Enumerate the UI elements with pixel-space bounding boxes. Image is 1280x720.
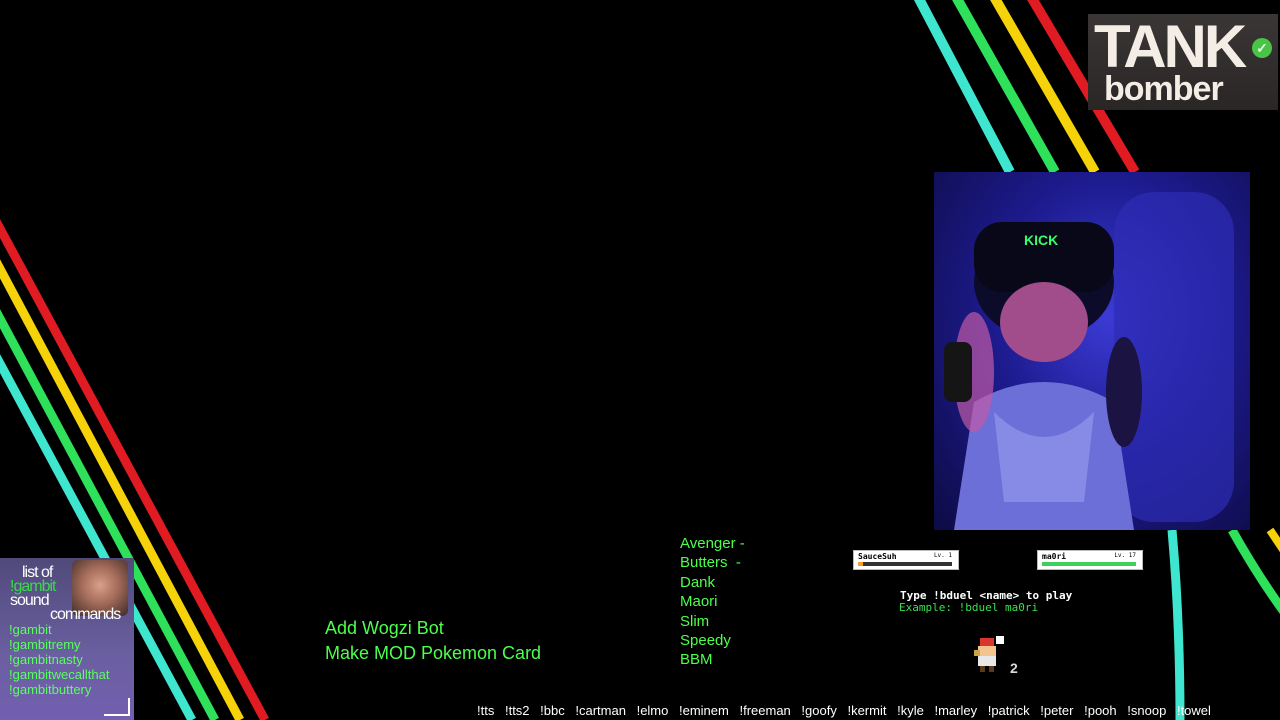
todo-item: Add Wogzi Bot bbox=[325, 618, 444, 638]
sound-command: !snoop bbox=[1127, 703, 1167, 718]
sound-command: !kyle bbox=[897, 703, 924, 718]
webcam-feed: KICK bbox=[934, 172, 1250, 530]
names-item: Avenger - bbox=[680, 535, 745, 552]
gambit-command: !gambit bbox=[9, 622, 52, 637]
sound-command: !marley bbox=[934, 703, 978, 718]
player1-name: SauceSuh bbox=[858, 552, 897, 561]
sound-command: !cartman bbox=[575, 703, 626, 718]
gambit-commands-panel: list of !gambit sound commands !gambit !… bbox=[0, 558, 134, 720]
player2-hp-bar bbox=[1042, 562, 1136, 566]
webcam-figure bbox=[944, 192, 1234, 530]
player2-level: Lv. 17 bbox=[1114, 552, 1136, 559]
channel-logo: TANK bomber ✓ bbox=[1088, 14, 1278, 110]
names-item: Maori bbox=[680, 593, 718, 611]
duel-sprite-icon bbox=[974, 636, 1004, 672]
names-list: Avenger - Butters - Dank Maori Slim Spee… bbox=[680, 534, 745, 670]
sound-command: !eminem bbox=[679, 703, 729, 718]
verified-check-icon: ✓ bbox=[1252, 38, 1272, 58]
names-item: BBM bbox=[680, 651, 713, 669]
logo-text-sub: bomber bbox=[1104, 70, 1224, 108]
todo-item: Make MOD Pokemon Card bbox=[325, 643, 542, 663]
sound-command: !peter bbox=[1040, 703, 1074, 718]
sound-command: !elmo bbox=[636, 703, 669, 718]
player2-hp-fill bbox=[1042, 562, 1136, 566]
names-item: Butters - bbox=[680, 554, 741, 572]
gambit-command-list: !gambit !gambitremy !gambitnasty !gambit… bbox=[9, 622, 109, 697]
player1-hp-bar bbox=[858, 562, 952, 566]
sound-command: !pooh bbox=[1084, 703, 1117, 718]
gambit-command: !gambitremy bbox=[9, 637, 81, 652]
names-item: Slim bbox=[680, 612, 710, 630]
names-item: Dank bbox=[680, 573, 716, 591]
gambit-command: !gambitwecallthat bbox=[9, 667, 110, 682]
sound-command: !towel bbox=[1176, 703, 1211, 718]
todo-list: Add Wogzi Bot Make MOD Pokemon Card bbox=[325, 616, 541, 666]
sound-command: !tts bbox=[477, 703, 495, 718]
sound-command: !bbc bbox=[540, 703, 565, 718]
player1-hp-box: SauceSuh Lv. 1 bbox=[853, 550, 959, 570]
sound-command: !freeman bbox=[739, 703, 791, 718]
sound-command: !patrick bbox=[987, 703, 1030, 718]
player2-name: ma0ri bbox=[1042, 552, 1067, 561]
logo-text-main: TANK bbox=[1094, 13, 1247, 80]
player2-hp-box: ma0ri Lv. 17 bbox=[1037, 550, 1143, 570]
duel-example: Example: !bduel ma0ri bbox=[899, 601, 1039, 614]
player1-level: Lv. 1 bbox=[933, 552, 952, 559]
gambit-command: !gambitbuttery bbox=[9, 682, 92, 697]
names-item: Speedy bbox=[680, 632, 731, 650]
corner-bracket-icon bbox=[104, 698, 130, 716]
sound-command: !goofy bbox=[801, 703, 837, 718]
cap-logo-text: KICK bbox=[1024, 232, 1059, 248]
sound-commands-bar: !tts !tts2 !bbc !cartman !elmo !eminem !… bbox=[477, 703, 1218, 718]
sound-command: !kermit bbox=[847, 703, 887, 718]
sound-command: !tts2 bbox=[504, 703, 530, 718]
duel-sprite-count: 2 bbox=[1010, 660, 1018, 676]
gambit-command: !gambitnasty bbox=[9, 652, 83, 667]
gambit-panel-title: list of !gambit sound commands bbox=[10, 564, 121, 623]
player1-hp-fill bbox=[858, 562, 863, 566]
